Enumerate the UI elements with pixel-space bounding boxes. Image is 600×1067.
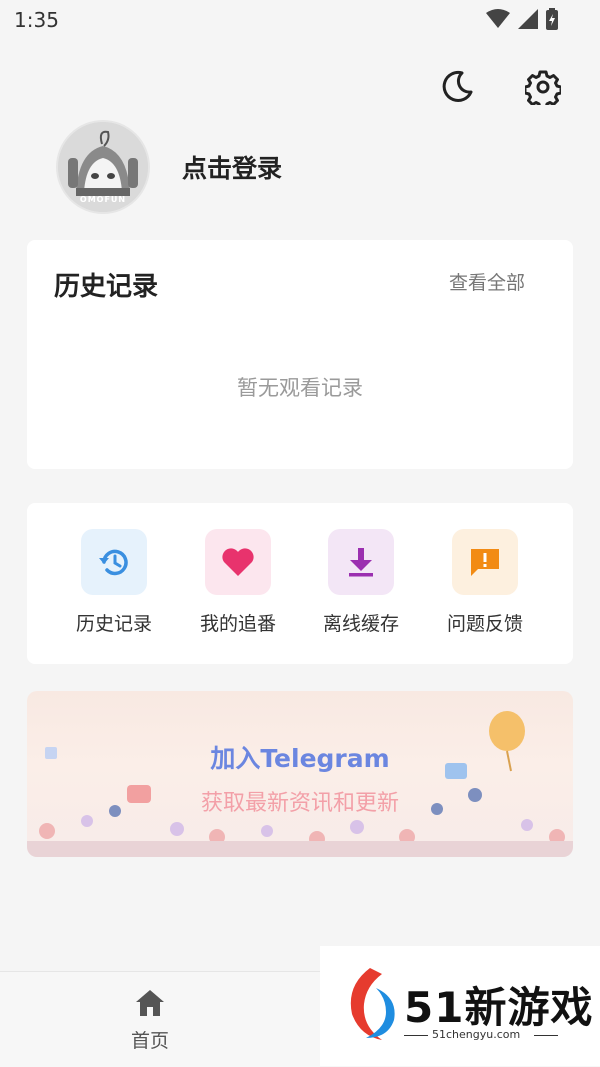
shortcut-feedback[interactable]: 问题反馈 (425, 529, 545, 636)
shortcut-label: 我的追番 (199, 613, 276, 635)
signal-icon (518, 9, 538, 29)
shortcut-label: 历史记录 (75, 613, 152, 635)
watermark-rule-left (404, 1035, 428, 1036)
banner-subtitle: 获取最新资讯和更新 (200, 791, 399, 816)
shortcut-favorites-tile (205, 529, 271, 595)
home-icon (136, 990, 164, 1016)
history-card: 历史记录 查看全部 暂无观看记录 (27, 240, 573, 469)
top-actions (436, 66, 564, 108)
feedback-icon (471, 549, 499, 576)
shortcut-history-tile (81, 529, 147, 595)
shortcut-history[interactable]: 历史记录 (54, 529, 174, 636)
shortcuts-card: 历史记录 我的追番 离线缓存 问题反馈 (27, 503, 573, 664)
telegram-banner[interactable]: 加入Telegram 获取最新资讯和更新 (27, 691, 573, 857)
shortcut-offline-cache[interactable]: 离线缓存 (301, 529, 421, 636)
watermark-rule-right (534, 1035, 558, 1036)
heart-icon (222, 548, 254, 576)
gear-icon (525, 70, 561, 105)
download-icon (349, 548, 373, 577)
status-time: 1:35 (14, 8, 59, 32)
status-bar: 1:35 (0, 0, 600, 40)
login-label[interactable]: 点击登录 (182, 149, 282, 185)
avatar[interactable]: OMOFUN (56, 120, 150, 214)
watermark: 51新游戏 51chengyu.com (320, 946, 600, 1066)
watermark-logo (350, 968, 395, 1040)
watermark-url: 51chengyu.com (432, 1028, 521, 1041)
shortcut-offline-cache-tile (328, 529, 394, 595)
shortcut-label: 离线缓存 (322, 613, 399, 635)
history-title: 历史记录 (54, 272, 159, 302)
watermark-title: 51新游戏 (404, 983, 594, 1032)
profile-section[interactable]: OMOFUN 点击登录 (56, 120, 282, 214)
battery-icon (546, 8, 558, 30)
theme-toggle-button[interactable] (436, 66, 478, 108)
nav-home[interactable]: 首页 (110, 988, 190, 1053)
avatar-brand-text: OMOFUN (79, 195, 127, 204)
shortcut-feedback-tile (452, 529, 518, 595)
nav-home-label: 首页 (130, 1030, 169, 1052)
shortcut-label: 问题反馈 (446, 613, 523, 635)
history-empty-text: 暂无观看记录 (237, 376, 363, 400)
settings-button[interactable] (522, 66, 564, 108)
banner-title: 加入Telegram (210, 744, 390, 773)
shortcut-favorites[interactable]: 我的追番 (178, 529, 298, 636)
status-icons (486, 8, 558, 30)
moon-icon (442, 70, 473, 102)
view-all-link[interactable]: 查看全部 (449, 268, 525, 295)
history-icon (99, 549, 128, 576)
wifi-icon (486, 9, 510, 28)
